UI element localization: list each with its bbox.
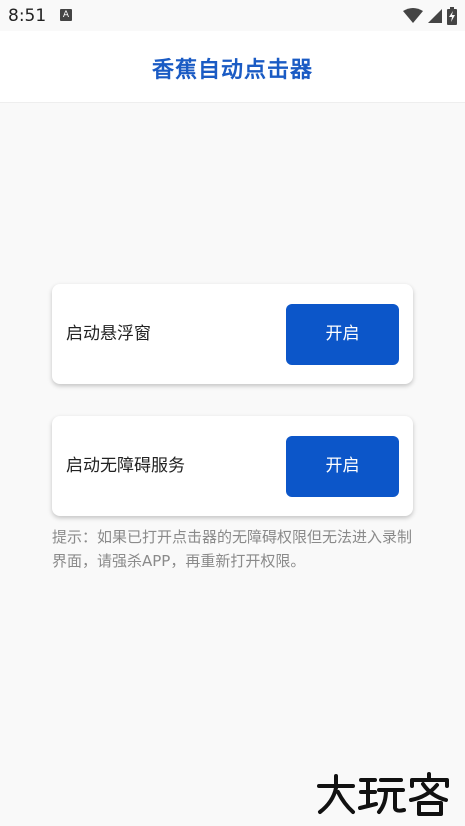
status-bar: 8:51 A [0, 0, 465, 31]
floating-window-label: 启动悬浮窗 [66, 324, 151, 344]
signal-icon [428, 9, 442, 23]
a-icon: A [60, 9, 72, 21]
accessibility-service-label: 启动无障碍服务 [66, 456, 185, 476]
wifi-icon [403, 8, 423, 23]
status-icons [403, 6, 457, 26]
accessibility-service-card: 启动无障碍服务 开启 [52, 416, 413, 516]
battery-charging-icon [447, 7, 457, 25]
watermark-logo [317, 772, 449, 816]
enable-floating-window-button[interactable]: 开启 [286, 304, 399, 365]
floating-window-card: 启动悬浮窗 开启 [52, 284, 413, 384]
app-bar: 香蕉自动点击器 [0, 31, 465, 103]
enable-accessibility-button[interactable]: 开启 [286, 436, 399, 497]
app-title: 香蕉自动点击器 [151, 58, 313, 83]
status-time: 8:51 [8, 6, 47, 26]
hint-text: 提示：如果已打开点击器的无障碍权限但无法进入录制界面，请强杀APP，再重新打开权… [52, 528, 413, 570]
